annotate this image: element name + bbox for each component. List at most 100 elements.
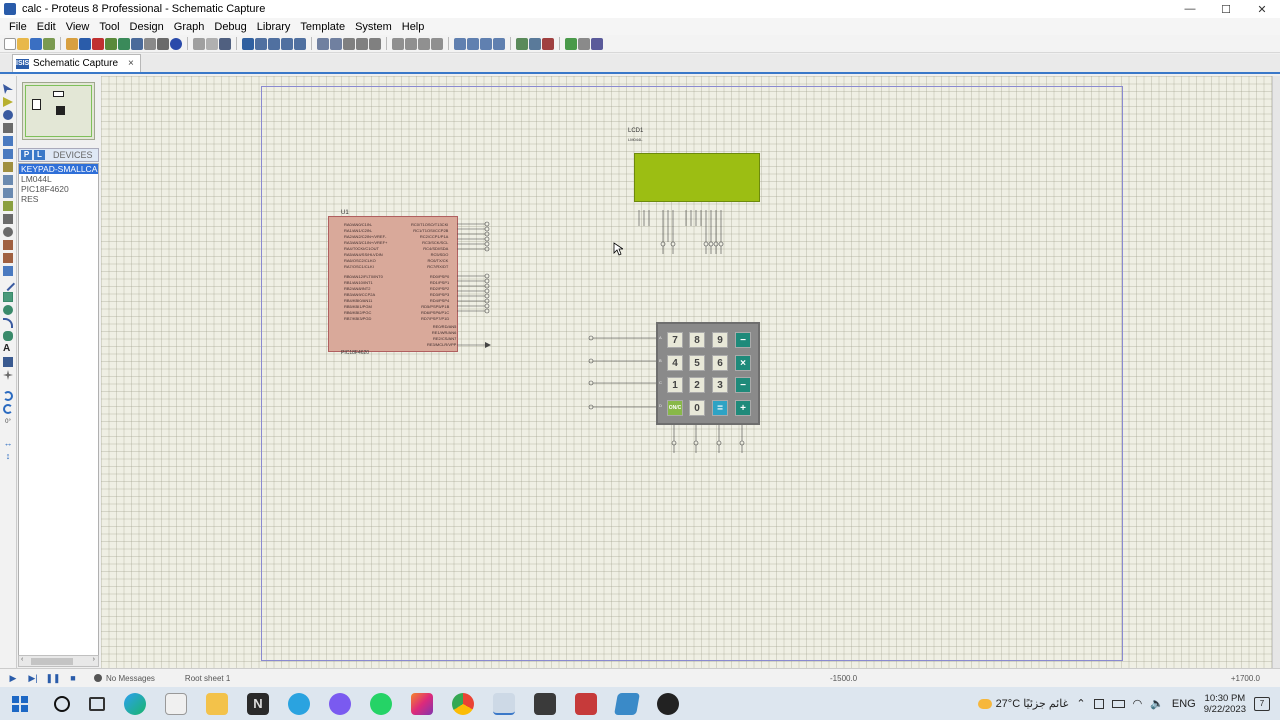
property-assignment-icon[interactable]	[542, 37, 554, 50]
block-delete-icon[interactable]	[431, 37, 443, 50]
pause-button[interactable]: ❚❚	[45, 672, 60, 684]
minimize-button[interactable]: —	[1172, 0, 1208, 18]
winrar-icon[interactable]	[575, 692, 597, 715]
block-move-icon[interactable]	[405, 37, 417, 50]
instagram-icon[interactable]	[411, 692, 433, 715]
zoom-in-icon[interactable]	[255, 37, 267, 50]
mikroc-icon[interactable]	[534, 692, 556, 715]
save-icon[interactable]	[30, 37, 42, 50]
wifi-icon[interactable]: ◠	[1133, 697, 1143, 710]
box-tool-icon[interactable]	[3, 292, 13, 302]
chrome-icon[interactable]	[452, 692, 474, 715]
netlist-to-ares-icon[interactable]	[591, 37, 603, 50]
list-item[interactable]: LM044L	[19, 174, 98, 184]
key-equals[interactable]: =	[712, 400, 728, 416]
whatsapp-icon[interactable]	[370, 692, 392, 715]
list-item[interactable]: KEYPAD-SMALLCALC	[19, 164, 98, 174]
canvas-vertical-scrollbar[interactable]	[1272, 76, 1280, 668]
3d-view-icon[interactable]	[118, 37, 130, 50]
scroll-thumb[interactable]	[31, 658, 73, 665]
origin-icon[interactable]	[219, 37, 231, 50]
pcb-icon[interactable]	[92, 37, 104, 50]
key-0[interactable]: 0	[689, 400, 705, 416]
source-code-icon[interactable]	[157, 37, 169, 50]
wire-autorouter-icon[interactable]	[516, 37, 528, 50]
subcircuit-icon[interactable]	[3, 162, 13, 172]
menu-debug[interactable]: Debug	[209, 21, 251, 33]
text-script-icon[interactable]	[3, 136, 13, 146]
menu-library[interactable]: Library	[252, 21, 296, 33]
home-icon[interactable]	[66, 37, 78, 50]
notes-icon[interactable]	[614, 692, 640, 715]
symbol-tool-icon[interactable]	[3, 357, 13, 367]
notion-icon[interactable]: N	[247, 692, 269, 715]
path-tool-icon[interactable]	[3, 331, 13, 341]
paste-icon[interactable]	[369, 37, 381, 50]
stop-button[interactable]: ■	[66, 672, 80, 684]
menu-tool[interactable]: Tool	[94, 21, 124, 33]
scroll-right-icon[interactable]: ›	[93, 656, 95, 663]
menu-edit[interactable]: Edit	[32, 21, 61, 33]
close-button[interactable]: ✕	[1244, 0, 1280, 18]
tab-schematic-capture[interactable]: ISIS Schematic Capture ×	[12, 54, 141, 72]
netlist-icon[interactable]	[565, 37, 577, 50]
camera-app-icon[interactable]	[1093, 698, 1104, 709]
menu-template[interactable]: Template	[295, 21, 350, 33]
key-minus[interactable]: −	[735, 377, 751, 393]
key-6[interactable]: 6	[712, 355, 728, 371]
key-9[interactable]: 9	[712, 332, 728, 348]
pan-icon[interactable]	[242, 37, 254, 50]
pick-devices-button[interactable]: P	[21, 150, 32, 160]
pick-device-icon[interactable]	[454, 37, 466, 50]
zoom-out-icon[interactable]	[268, 37, 280, 50]
maximize-button[interactable]: ☐	[1208, 0, 1244, 18]
circle-tool-icon[interactable]	[3, 305, 13, 315]
proteus-taskbar-icon[interactable]	[493, 692, 515, 715]
message-indicator[interactable]: No Messages	[94, 674, 155, 683]
scroll-left-icon[interactable]: ‹	[21, 656, 23, 663]
design-explorer-icon[interactable]	[144, 37, 156, 50]
step-button[interactable]: ▶|	[26, 672, 40, 684]
block-copy-icon[interactable]	[392, 37, 404, 50]
key-2[interactable]: 2	[689, 377, 705, 393]
block-rotate-icon[interactable]	[418, 37, 430, 50]
lcd-lm044l[interactable]	[634, 153, 760, 202]
bom-icon[interactable]	[131, 37, 143, 50]
package-tool-icon[interactable]	[480, 37, 492, 50]
input-language[interactable]: ENG	[1172, 698, 1196, 710]
key-multiply[interactable]: ×	[735, 355, 751, 371]
redo-icon[interactable]	[330, 37, 342, 50]
task-view-icon[interactable]	[89, 696, 105, 711]
key-5[interactable]: 5	[689, 355, 705, 371]
flip-vertical-icon[interactable]: ↕	[3, 451, 13, 461]
make-device-icon[interactable]	[467, 37, 479, 50]
zoom-all-icon[interactable]	[281, 37, 293, 50]
text-tool-icon[interactable]: A	[3, 344, 13, 354]
refresh-icon[interactable]	[193, 37, 205, 50]
windows-start-icon[interactable]	[12, 695, 28, 712]
junction-dot-icon[interactable]	[3, 110, 13, 120]
device-pins-icon[interactable]	[3, 188, 13, 198]
generator-icon[interactable]	[3, 227, 13, 237]
menu-system[interactable]: System	[350, 21, 397, 33]
wire-label-icon[interactable]	[3, 123, 13, 133]
import-icon[interactable]	[43, 37, 55, 50]
new-file-icon[interactable]	[4, 37, 16, 50]
microsoft-store-icon[interactable]	[165, 692, 187, 715]
rotate-anticlockwise-icon[interactable]	[3, 404, 13, 414]
copy-icon[interactable]	[356, 37, 368, 50]
weather-widget[interactable]: 27°C غائم جزئيًا	[977, 697, 1068, 710]
open-folder-icon[interactable]	[17, 37, 29, 50]
show-hidden-icons-icon[interactable]: ⌃	[1076, 697, 1085, 710]
zoom-area-icon[interactable]	[294, 37, 306, 50]
key-on-clear[interactable]: ON/C	[667, 400, 683, 416]
voltage-probe-icon[interactable]	[3, 240, 13, 250]
key-7[interactable]: 7	[667, 332, 683, 348]
marker-tool-icon[interactable]	[3, 370, 13, 380]
obs-studio-icon[interactable]	[657, 692, 679, 715]
key-8[interactable]: 8	[689, 332, 705, 348]
menu-help[interactable]: Help	[397, 21, 430, 33]
search-tag-icon[interactable]	[529, 37, 541, 50]
selection-mode-icon[interactable]	[3, 84, 13, 94]
terminals-icon[interactable]	[3, 175, 13, 185]
